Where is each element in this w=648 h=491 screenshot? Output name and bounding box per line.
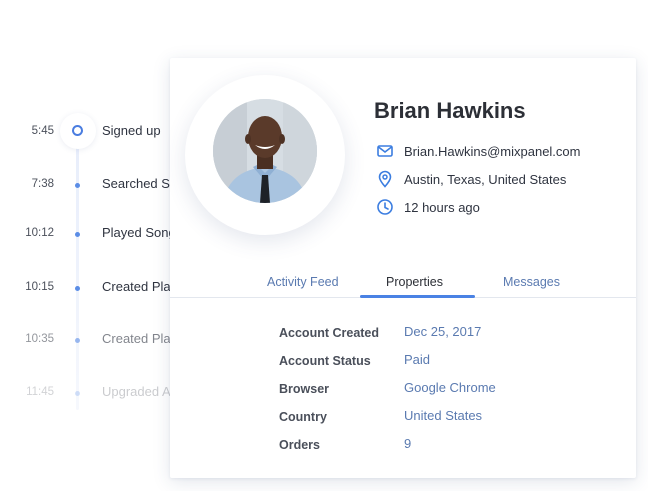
timeline-event-label: Searched S <box>102 176 170 191</box>
tab-messages[interactable]: Messages <box>503 275 560 289</box>
timeline-dot-icon <box>75 183 80 188</box>
property-label: Country <box>279 410 327 424</box>
property-value: Google Chrome <box>404 380 496 395</box>
location-row: Austin, Texas, United States <box>376 170 566 188</box>
timeline-event-label: Upgraded A <box>102 384 171 399</box>
property-label: Browser <box>279 382 330 396</box>
timeline-time: 10:35 <box>25 333 54 345</box>
avatar <box>213 99 317 203</box>
timeline-time: 5:45 <box>31 125 54 137</box>
timeline-event-label: Signed up <box>102 123 161 138</box>
location-text: Austin, Texas, United States <box>404 171 567 187</box>
person-avatar-icon <box>213 99 317 203</box>
property-label: Orders <box>279 438 320 452</box>
property-value: Dec 25, 2017 <box>404 324 482 339</box>
email-row[interactable]: Brian.Hawkins@mixpanel.com <box>376 142 580 160</box>
last-seen-row: 12 hours ago <box>376 198 480 216</box>
profile-name: Brian Hawkins <box>374 98 526 123</box>
timeline-event-label: Created Pla <box>102 279 171 294</box>
timeline-event-label: Played Song <box>102 225 176 240</box>
last-seen-text: 12 hours ago <box>404 199 480 215</box>
location-pin-icon <box>376 170 394 188</box>
timeline-dot-icon <box>75 286 80 291</box>
timeline-time: 7:38 <box>31 178 54 190</box>
property-label: Account Created <box>279 326 380 340</box>
tab-properties[interactable]: Properties <box>386 275 443 289</box>
property-value: 9 <box>404 436 412 451</box>
tab-activity-feed[interactable]: Activity Feed <box>267 275 339 289</box>
timeline-time: 10:12 <box>25 227 54 239</box>
profile-tabs: Activity Feed Properties Messages <box>170 268 636 298</box>
timeline-dot-icon <box>75 338 80 343</box>
timeline-dot-icon <box>75 232 80 237</box>
timeline-dot-icon <box>75 391 80 396</box>
property-label: Account Status <box>279 354 371 368</box>
active-tab-indicator <box>360 295 475 298</box>
property-value: United States <box>404 408 483 423</box>
email-text: Brian.Hawkins@mixpanel.com <box>404 143 581 159</box>
timeline-time: 10:15 <box>25 281 54 293</box>
timeline-time: 11:45 <box>26 386 54 398</box>
clock-icon <box>376 198 394 216</box>
timeline-event-label: Created Pla <box>102 331 171 346</box>
mail-icon <box>376 142 394 160</box>
property-value: Paid <box>404 352 431 367</box>
